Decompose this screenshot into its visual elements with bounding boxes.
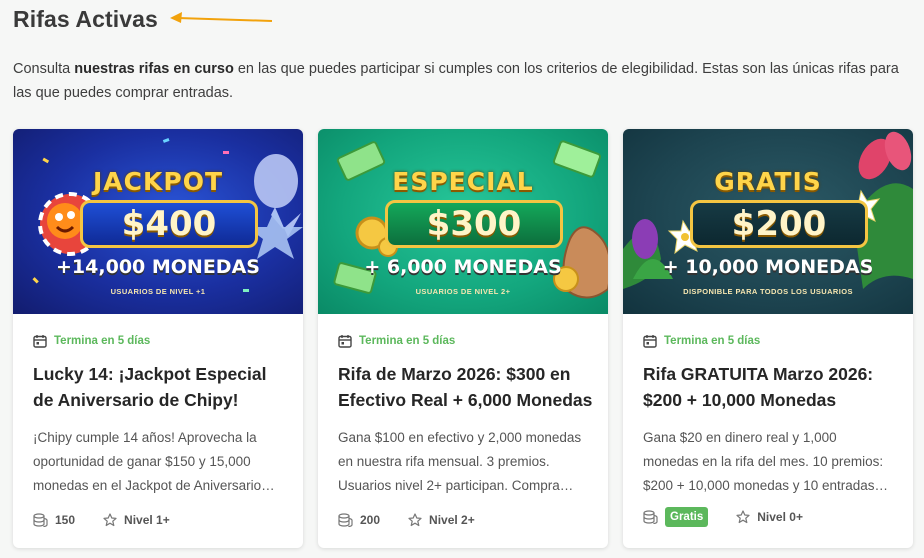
raffle-description: ¡Chipy cumple 14 años! Aprovecha la opor… xyxy=(33,430,275,493)
raffle-card-list: JACKPOT $400 +14,000 MONEDAS USUARIOS DE… xyxy=(13,129,913,548)
raffle-card[interactable]: GRATIS $200 + 10,000 MONEDAS DISPONIBLE … xyxy=(623,129,913,548)
raffle-footer: Gratis Nivel 0+ xyxy=(643,507,803,527)
raffle-title[interactable]: Rifa GRATUITA Marzo 2026: $200 + 10,000 … xyxy=(643,361,899,413)
level-requirement: Nivel 1+ xyxy=(124,513,170,527)
coins-icon xyxy=(33,513,48,527)
calendar-icon xyxy=(643,335,657,348)
coins-icon xyxy=(338,513,353,527)
raffle-footer: 150 Nivel 1+ xyxy=(33,513,170,527)
raffle-card[interactable]: JACKPOT $400 +14,000 MONEDAS USUARIOS DE… xyxy=(13,129,303,548)
page-header: Rifas Activas xyxy=(13,6,158,33)
banner-amount: $400 xyxy=(80,200,258,248)
star-icon xyxy=(103,513,117,527)
raffle-description: Gana $100 en efectivo y 2,000 monedas en… xyxy=(338,430,582,493)
banner-heading: GRATIS xyxy=(714,167,822,196)
banner-coins: + 10,000 MONEDAS xyxy=(662,256,874,278)
banner-eligibility: DISPONIBLE PARA TODOS LOS USUARIOS xyxy=(683,287,853,296)
raffle-description: Gana $20 en dinero real y 1,000 monedas … xyxy=(643,430,889,493)
free-badge: Gratis xyxy=(665,507,709,527)
banner-heading: ESPECIAL xyxy=(392,167,534,196)
raffle-banner-image: ESPECIAL $300 + 6,000 MONEDAS USUARIOS D… xyxy=(318,129,608,314)
raffle-title[interactable]: Rifa de Marzo 2026: $300 en Efectivo Rea… xyxy=(338,361,594,413)
level-requirement: Nivel 2+ xyxy=(429,513,475,527)
banner-amount: $200 xyxy=(690,200,868,248)
raffle-banner-image: GRATIS $200 + 10,000 MONEDAS DISPONIBLE … xyxy=(623,129,913,314)
raffle-card[interactable]: ESPECIAL $300 + 6,000 MONEDAS USUARIOS D… xyxy=(318,129,608,548)
raffle-footer: 200 Nivel 2+ xyxy=(338,513,475,527)
banner-eligibility: USUARIOS DE NIVEL 2+ xyxy=(415,287,511,296)
banner-amount: $300 xyxy=(385,200,563,248)
end-date-label: Termina en 5 días xyxy=(359,335,456,347)
star-icon xyxy=(408,513,422,527)
end-date-label: Termina en 5 días xyxy=(54,335,151,347)
entry-price: 200 xyxy=(360,513,381,527)
raffle-banner-image: JACKPOT $400 +14,000 MONEDAS USUARIOS DE… xyxy=(13,129,303,314)
banner-heading: JACKPOT xyxy=(93,167,223,196)
banner-coins: + 6,000 MONEDAS xyxy=(364,256,562,278)
intro-text: Consulta nuestras rifas en curso en las … xyxy=(13,61,899,101)
calendar-icon xyxy=(338,335,352,348)
arrow-annotation-icon xyxy=(170,12,273,23)
star-icon xyxy=(736,510,750,524)
banner-eligibility: USUARIOS DE NIVEL +1 xyxy=(110,287,206,296)
level-requirement: Nivel 0+ xyxy=(757,510,803,524)
banner-coins: +14,000 MONEDAS xyxy=(56,256,260,278)
end-date: Termina en 5 días xyxy=(33,334,150,348)
coins-icon xyxy=(643,510,658,524)
entry-price: 150 xyxy=(55,513,76,527)
raffle-title[interactable]: Lucky 14: ¡Jackpot Especial de Aniversar… xyxy=(33,361,289,413)
page-title: Rifas Activas xyxy=(13,6,158,32)
end-date-label: Termina en 5 días xyxy=(664,335,761,347)
end-date: Termina en 5 días xyxy=(338,334,455,348)
end-date: Termina en 5 días xyxy=(643,334,760,348)
calendar-icon xyxy=(33,335,47,348)
